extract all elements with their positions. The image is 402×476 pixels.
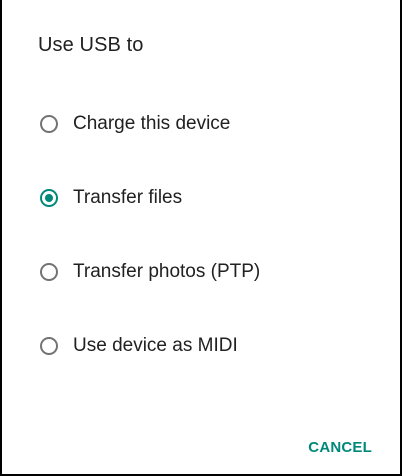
option-transfer-photos[interactable]: Transfer photos (PTP) [40, 254, 380, 290]
radio-checked-icon[interactable] [40, 189, 58, 207]
radio-unchecked-icon[interactable] [40, 337, 58, 355]
option-label: Charge this device [73, 113, 231, 134]
option-charge-device[interactable]: Charge this device [40, 106, 380, 142]
radio-unchecked-icon[interactable] [40, 263, 58, 281]
option-label: Transfer photos (PTP) [73, 261, 261, 282]
dialog-title: Use USB to [38, 34, 144, 56]
usb-mode-options: Charge this device Transfer files Transf… [40, 106, 380, 402]
option-use-as-midi[interactable]: Use device as MIDI [40, 328, 380, 364]
radio-unchecked-icon[interactable] [40, 115, 58, 133]
usb-preferences-dialog: Use USB to Charge this device Transfer f… [0, 0, 402, 476]
option-label: Use device as MIDI [73, 335, 238, 356]
cancel-button[interactable]: CANCEL [308, 439, 372, 456]
option-transfer-files[interactable]: Transfer files [40, 180, 380, 216]
option-label: Transfer files [73, 187, 183, 208]
